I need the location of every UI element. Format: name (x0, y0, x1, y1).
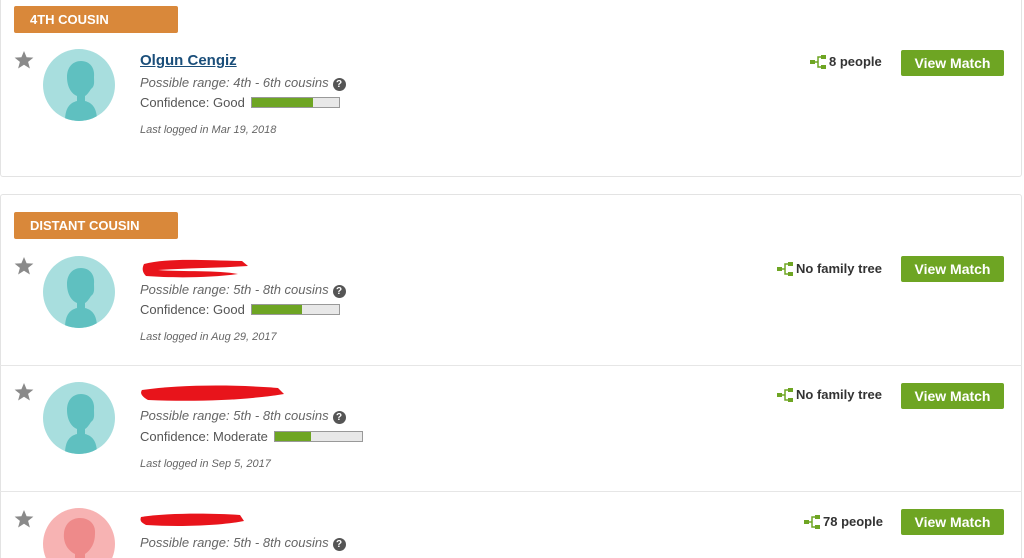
help-icon[interactable]: ? (332, 285, 346, 298)
confidence: Confidence: Good (140, 302, 340, 317)
family-tree-info[interactable]: No family tree (777, 261, 882, 276)
help-icon[interactable]: ? (332, 411, 346, 424)
confidence-bar-fill (251, 305, 303, 314)
confidence-bar-fill (251, 98, 313, 107)
star-icon[interactable] (14, 256, 34, 276)
confidence-bar (273, 431, 363, 442)
row-divider (0, 491, 1022, 492)
last-logged: Last logged in Aug 29, 2017 (140, 331, 277, 343)
star-icon[interactable] (14, 382, 34, 402)
male-silhouette-icon (43, 256, 115, 328)
family-tree-info[interactable]: 8 people (810, 54, 882, 69)
confidence: Confidence: Good (140, 95, 340, 110)
redacted-name (141, 385, 284, 401)
family-tree-icon (810, 54, 826, 69)
help-icon[interactable]: ? (332, 78, 346, 91)
male-silhouette-icon (43, 382, 115, 454)
row-divider (0, 365, 1022, 366)
confidence-bar (250, 97, 340, 108)
possible-range: Possible range: 5th - 8th cousins? (140, 408, 346, 424)
confidence-bar-fill (274, 432, 312, 441)
family-tree-icon (777, 387, 793, 402)
redacted-name (142, 259, 248, 278)
avatar[interactable] (43, 256, 115, 328)
family-tree-info[interactable]: No family tree (777, 387, 882, 402)
male-silhouette-icon (43, 49, 115, 121)
possible-range: Possible range: 4th - 6th cousins? (140, 75, 346, 91)
star-icon[interactable] (14, 509, 34, 529)
family-tree-icon (777, 261, 793, 276)
avatar[interactable] (43, 49, 115, 121)
possible-range: Possible range: 5th - 8th cousins? (140, 282, 346, 298)
possible-range: Possible range: 5th - 8th cousins? (140, 535, 346, 551)
help-icon[interactable]: ? (332, 538, 346, 551)
group-label-distant-cousin: DISTANT COUSIN (14, 212, 178, 239)
avatar[interactable] (43, 382, 115, 454)
redacted-name (140, 513, 244, 526)
match-group-distant-cousin (0, 194, 1022, 558)
match-name-link[interactable]: Olgun Cengiz (140, 52, 237, 69)
view-match-button[interactable]: View Match (901, 256, 1004, 282)
confidence: Confidence: Moderate (140, 429, 363, 444)
group-label-4th-cousin: 4TH COUSIN (14, 6, 178, 33)
star-icon[interactable] (14, 50, 34, 70)
view-match-button[interactable]: View Match (901, 383, 1004, 409)
view-match-button[interactable]: View Match (901, 509, 1004, 535)
view-match-button[interactable]: View Match (901, 50, 1004, 76)
family-tree-info[interactable]: 78 people (804, 514, 883, 529)
last-logged: Last logged in Sep 5, 2017 (140, 458, 271, 470)
family-tree-icon (804, 514, 820, 529)
last-logged: Last logged in Mar 19, 2018 (140, 124, 277, 136)
confidence-bar (250, 304, 340, 315)
